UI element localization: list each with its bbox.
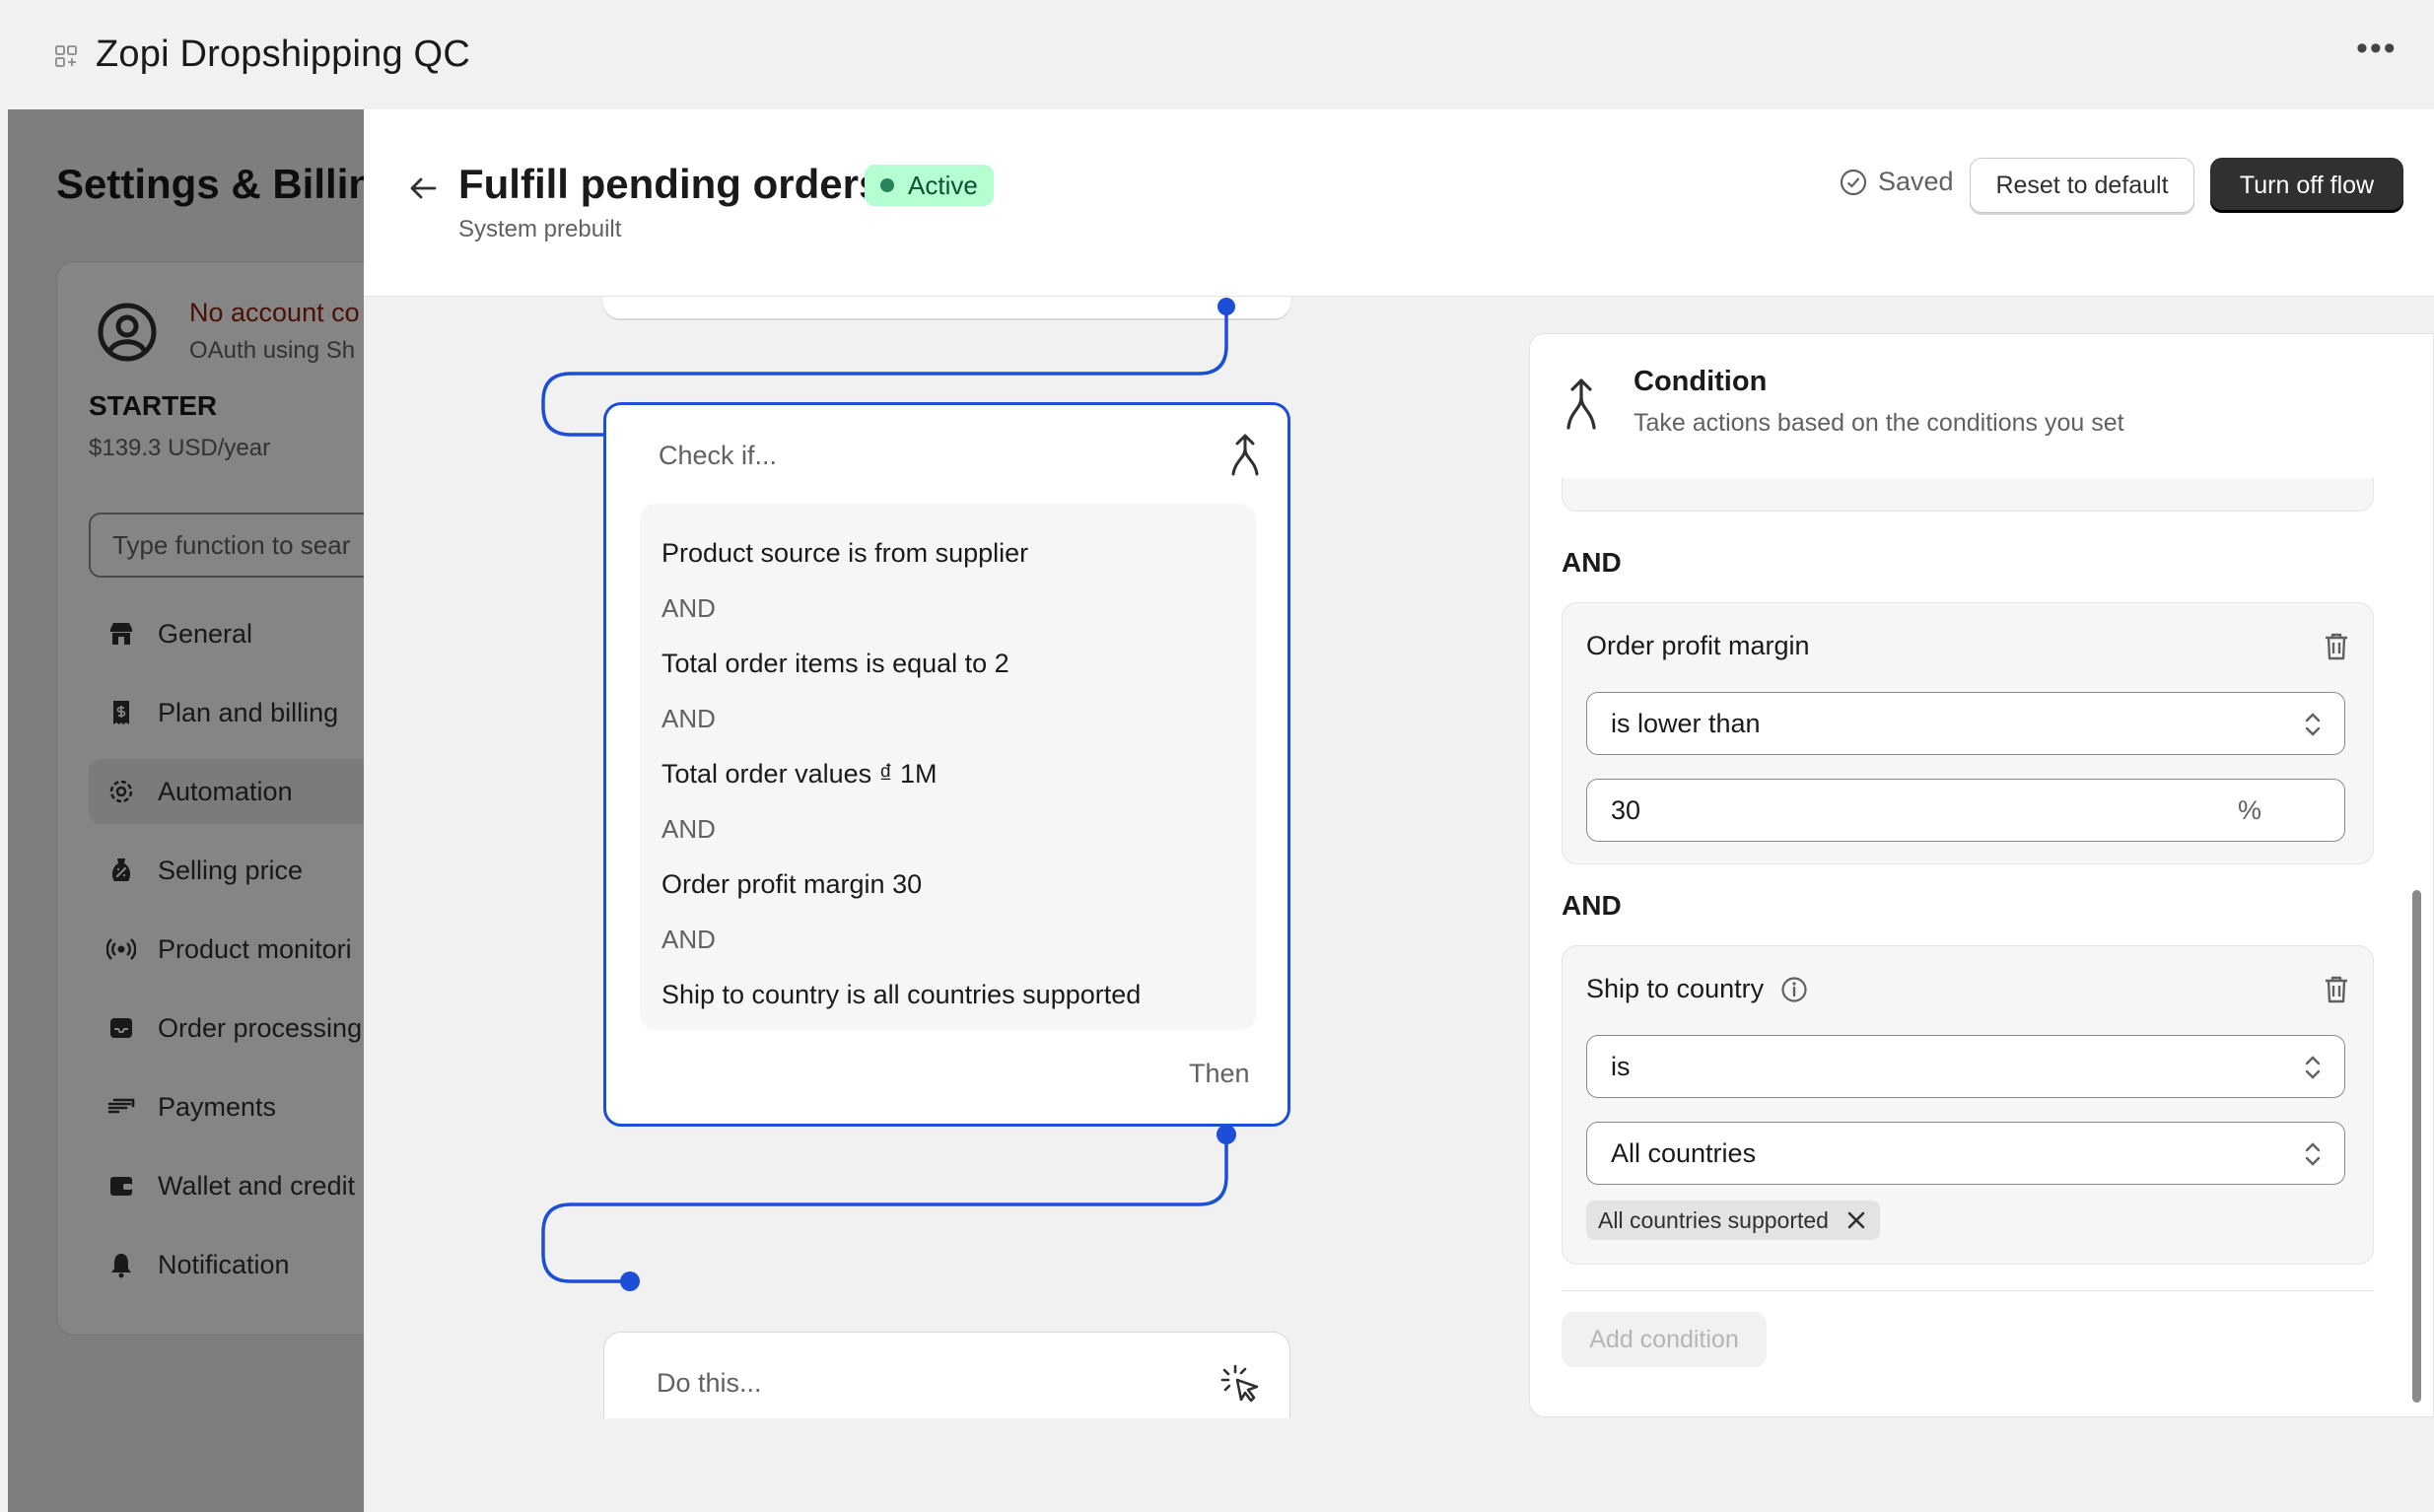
condition-panel: Condition Take actions based on the cond… bbox=[1529, 333, 2434, 1417]
profit-margin-value: 30 bbox=[1611, 795, 1641, 825]
select-chevron-icon bbox=[2305, 1056, 2321, 1079]
country-select[interactable]: All countries bbox=[1586, 1122, 2345, 1185]
operator-select[interactable]: is lower than bbox=[1586, 692, 2345, 755]
divider bbox=[1562, 1290, 2374, 1291]
branch-split-icon bbox=[1231, 434, 1259, 476]
panel-description: Take actions based on the conditions you… bbox=[1634, 409, 2124, 437]
condition-block-ship-country: Ship to country is All countries All cou… bbox=[1562, 945, 2374, 1265]
condition-summary-item: Total order values ₫ 1M bbox=[661, 759, 938, 789]
condition-summary-item: Order profit margin 30 bbox=[661, 869, 923, 899]
select-chevron-icon bbox=[2305, 713, 2321, 736]
flow-title: Fulfill pending orders bbox=[458, 161, 882, 207]
condition-list[interactable]: AND Order profit margin is lower than 30… bbox=[1530, 478, 2433, 1416]
percent-suffix: % bbox=[2238, 795, 2262, 825]
left-edge bbox=[0, 109, 8, 1512]
flow-header: Fulfill pending orders Active System pre… bbox=[364, 109, 2434, 297]
and-separator: AND bbox=[661, 814, 716, 844]
add-condition-button[interactable]: Add condition bbox=[1562, 1312, 1767, 1367]
check-if-label: Check if... bbox=[659, 441, 778, 470]
condition-summary-item: Total order items is equal to 2 bbox=[661, 649, 1009, 678]
condition-title-text: Order profit margin bbox=[1586, 631, 1810, 660]
operator-value: is bbox=[1611, 1052, 1631, 1081]
modal-backdrop[interactable] bbox=[8, 109, 365, 1512]
and-separator: AND bbox=[661, 704, 716, 733]
saved-label: Saved bbox=[1878, 167, 1954, 196]
do-this-step-card[interactable]: Do this... bbox=[603, 1332, 1290, 1418]
condition-block-partial bbox=[1562, 478, 2374, 512]
condition-summary-item: Product source is from supplier bbox=[661, 538, 1029, 568]
and-separator: AND bbox=[661, 925, 716, 954]
operator-value: is lower than bbox=[1611, 709, 1761, 738]
panel-scrollbar[interactable] bbox=[2412, 890, 2421, 1403]
pointer-click-icon bbox=[1220, 1364, 1259, 1403]
profit-margin-input[interactable]: 30 % bbox=[1586, 779, 2345, 842]
trash-icon[interactable] bbox=[2322, 974, 2351, 1005]
condition-title: Ship to country bbox=[1586, 974, 1809, 1004]
check-if-step-card[interactable]: Check if... Product source is from suppl… bbox=[603, 402, 1290, 1127]
condition-panel-header: Condition Take actions based on the cond… bbox=[1530, 334, 2433, 478]
arrow-left-icon[interactable] bbox=[407, 172, 439, 204]
flow-editor-modal: Fulfill pending orders Active System pre… bbox=[364, 109, 2434, 1512]
info-icon[interactable] bbox=[1779, 975, 1809, 1004]
and-label: AND bbox=[1562, 547, 1622, 578]
app-title: Zopi Dropshipping QC bbox=[96, 34, 470, 75]
and-label: AND bbox=[1562, 890, 1622, 921]
condition-title-text: Ship to country bbox=[1586, 974, 1765, 1003]
close-icon[interactable] bbox=[1844, 1208, 1868, 1232]
and-separator: AND bbox=[661, 593, 716, 623]
then-label: Then bbox=[1189, 1059, 1250, 1088]
trash-icon[interactable] bbox=[2322, 631, 2351, 662]
more-horizontal-icon[interactable]: ••• bbox=[2356, 32, 2398, 65]
branch-split-icon bbox=[1566, 378, 1596, 430]
flow-canvas[interactable]: Check if... Product source is from suppl… bbox=[364, 297, 1530, 1418]
reset-to-default-button[interactable]: Reset to default bbox=[1970, 158, 2194, 213]
select-chevron-icon bbox=[2305, 1142, 2321, 1166]
tag-label: All countries supported bbox=[1598, 1207, 1829, 1233]
condition-summary-item: Ship to country is all countries support… bbox=[661, 980, 1142, 1009]
condition-title: Order profit margin bbox=[1586, 631, 1810, 661]
saved-indicator: Saved bbox=[1839, 167, 1954, 197]
status-badge: Active bbox=[865, 165, 994, 206]
grid-app-icon bbox=[55, 45, 77, 67]
country-value: All countries bbox=[1611, 1138, 1757, 1168]
app-topbar: Zopi Dropshipping QC ••• bbox=[0, 0, 2434, 109]
selected-country-tag: All countries supported bbox=[1586, 1201, 1880, 1240]
check-circle-icon bbox=[1840, 169, 1867, 195]
panel-title: Condition bbox=[1634, 366, 1768, 397]
condition-block-profit-margin: Order profit margin is lower than 30 % bbox=[1562, 602, 2374, 864]
operator-select[interactable]: is bbox=[1586, 1035, 2345, 1098]
do-this-label: Do this... bbox=[657, 1368, 762, 1398]
turn-off-flow-button[interactable]: Turn off flow bbox=[2210, 158, 2403, 213]
flow-subtitle: System prebuilt bbox=[458, 216, 622, 242]
conditions-summary: Product source is from supplier AND Tota… bbox=[640, 504, 1256, 1030]
